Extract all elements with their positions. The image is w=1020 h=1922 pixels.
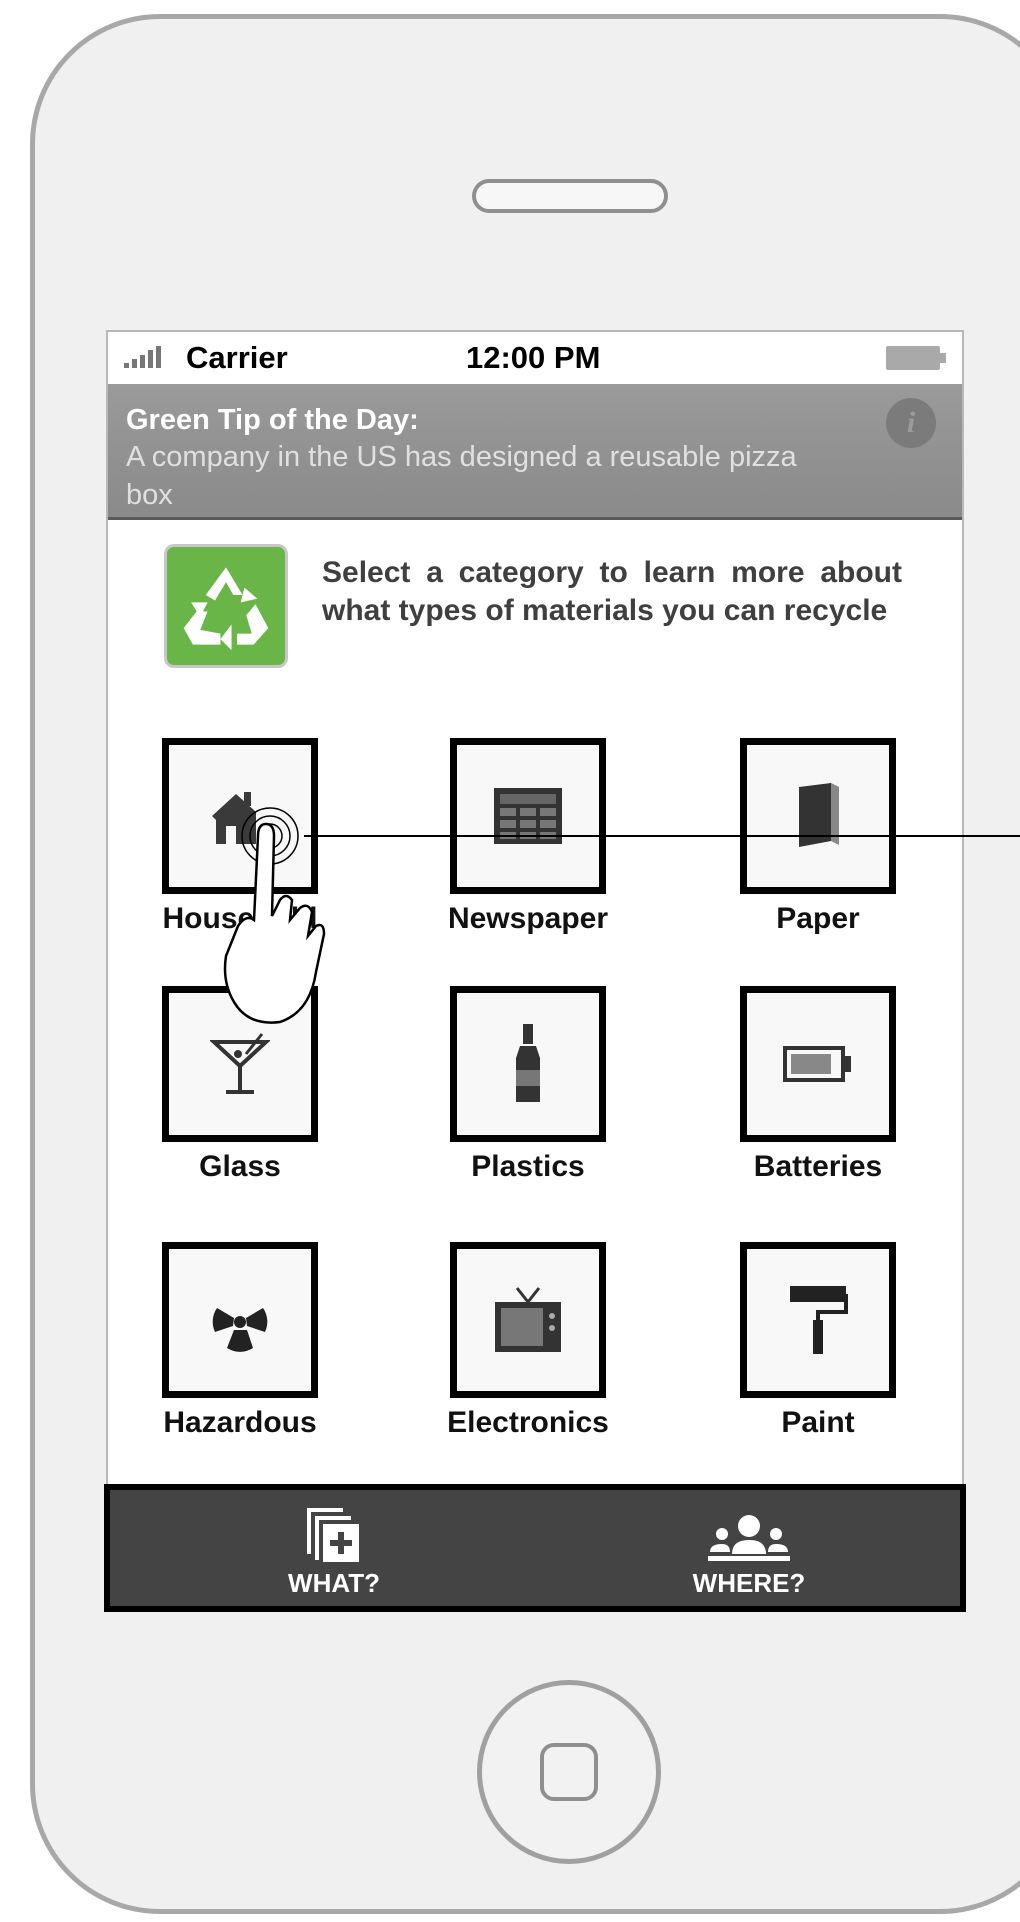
category-batteries[interactable]: Batteries [715, 986, 896, 1184]
speaker-grille [472, 179, 668, 213]
category-label: Electronics [447, 1406, 609, 1439]
carrier-name: Carrier [186, 340, 288, 375]
category-label: Newspaper [447, 902, 609, 935]
home-button[interactable] [477, 1680, 661, 1864]
tip-title: Green Tip of the Day: [126, 404, 419, 436]
bottle-icon [516, 1024, 540, 1102]
category-electronics[interactable]: Electronics [425, 1242, 609, 1440]
category-tile[interactable] [450, 986, 606, 1142]
annotation-connector-line [304, 835, 1020, 837]
tv-icon [495, 1287, 561, 1352]
status-bar: Carrier 12:00 PM [108, 332, 962, 382]
category-label: Paper [776, 902, 860, 935]
tap-gesture-hand-icon [223, 807, 326, 1024]
home-button-square-icon [540, 1743, 598, 1801]
category-paint[interactable]: Paint [715, 1242, 896, 1440]
people-group-icon [708, 1515, 790, 1561]
category-hazardous[interactable]: Hazardous [137, 1242, 318, 1440]
radiation-icon [212, 1308, 268, 1352]
battery-icon [783, 1046, 851, 1082]
category-label: Hazardous [163, 1406, 317, 1439]
category-tile[interactable] [450, 738, 606, 894]
tab-what-label: WHAT? [288, 1568, 380, 1598]
martini-glass-icon [210, 1033, 270, 1094]
category-tile[interactable] [740, 1242, 896, 1398]
intro-text: Select a category to learn more about wh… [322, 556, 902, 627]
status-time: 12:00 PM [466, 340, 601, 375]
tab-where-label: WHERE? [692, 1568, 806, 1598]
category-label: Batteries [753, 1150, 883, 1183]
category-label: Paint [781, 1406, 855, 1439]
newspaper-icon [494, 788, 562, 844]
category-tile[interactable] [740, 986, 896, 1142]
category-paper[interactable]: Paper [715, 738, 896, 936]
category-label: Plastics [471, 1150, 585, 1183]
recycle-icon [164, 544, 288, 668]
battery-status-icon [886, 346, 946, 370]
green-tip-banner: Green Tip of the Day: A company in the U… [108, 384, 962, 520]
category-tile[interactable] [740, 738, 896, 894]
book-icon [799, 783, 839, 847]
bottom-tab-bar: WHAT? WHERE? [104, 1484, 966, 1612]
category-label: Glass [199, 1150, 281, 1183]
category-plastics[interactable]: Plastics [425, 986, 606, 1184]
tip-text: A company in the US has designed a reusa… [126, 441, 797, 511]
category-tile[interactable] [162, 1242, 318, 1398]
signal-strength-icon [124, 346, 161, 368]
category-tile[interactable] [450, 1242, 606, 1398]
tab-what[interactable]: WHAT? [184, 1490, 484, 1606]
paint-roller-icon [790, 1286, 848, 1354]
category-newspaper[interactable]: Newspaper [425, 738, 608, 936]
info-icon[interactable]: i [886, 398, 936, 448]
tab-where[interactable]: WHERE? [599, 1490, 899, 1606]
add-document-icon [307, 1508, 359, 1562]
